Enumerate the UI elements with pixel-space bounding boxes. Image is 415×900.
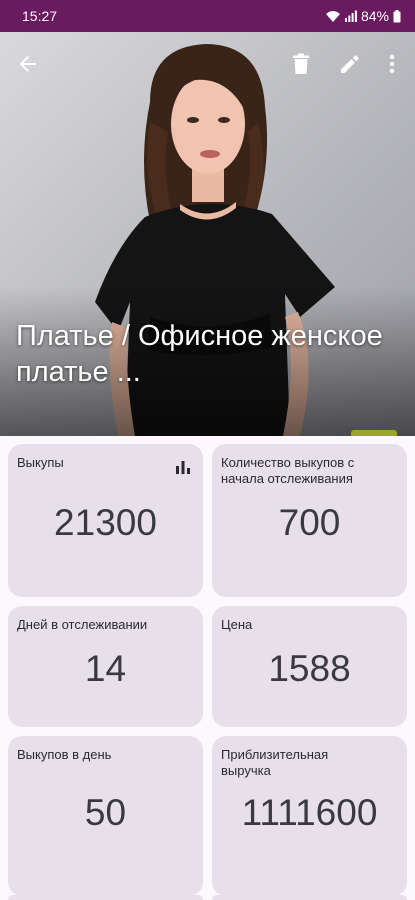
product-title: Платье / Офисное женское платье ...	[16, 320, 383, 388]
stats-grid: Выкупы 21300 Количество выкупов с начала…	[8, 444, 407, 896]
stat-card-sales: Выкупы 21300	[8, 444, 203, 597]
back-button[interactable]	[10, 46, 46, 82]
stat-value: 14	[84, 648, 127, 689]
more-vert-icon	[389, 54, 395, 74]
stat-card-revenue: Приблизительная выручка 1111600	[212, 736, 407, 896]
edit-icon	[341, 55, 359, 73]
stat-value: 1588	[268, 648, 351, 689]
card-edge	[8, 895, 203, 900]
wifi-icon	[325, 10, 340, 22]
stat-label: Цена	[221, 617, 253, 632]
signal-icon	[344, 10, 357, 22]
stat-label: Приблизительная выручка	[221, 747, 329, 778]
stat-value: 1111600	[241, 792, 378, 833]
battery-percent: 84%	[360, 8, 389, 24]
stat-label: Дней в отслеживании	[17, 617, 148, 632]
stat-card-sales-per-day: Выкупов в день 50	[8, 736, 203, 896]
edit-button[interactable]	[332, 46, 368, 82]
battery-icon	[393, 9, 401, 22]
back-arrow-icon	[19, 56, 36, 72]
stat-value: 700	[278, 502, 341, 543]
stat-value: 50	[84, 792, 127, 833]
stat-label: Выкупов в день	[17, 747, 112, 762]
status-bar: 15:27 84%	[0, 0, 415, 32]
stat-value: 21300	[54, 502, 157, 543]
delete-icon	[293, 53, 309, 74]
more-options-button[interactable]	[374, 46, 410, 82]
stat-card-price: Цена 1588	[212, 606, 407, 727]
card-edge	[212, 895, 407, 900]
stat-card-days-tracked: Дней в отслеживании 14	[8, 606, 203, 727]
status-icons: 84%	[325, 8, 401, 24]
delete-button[interactable]	[283, 46, 319, 82]
stat-label: Количество выкупов с начала отслеживания	[221, 455, 355, 486]
bar-chart-icon	[176, 461, 190, 474]
chart-button[interactable]	[173, 454, 193, 474]
product-image: Платье / Офисное женское платье ...	[0, 32, 415, 436]
stat-label: Выкупы	[17, 455, 64, 470]
tag-indicator	[351, 430, 397, 436]
next-cards-edge	[8, 895, 407, 900]
status-time: 15:27	[22, 8, 58, 24]
stat-card-sales-since-tracking: Количество выкупов с начала отслеживания…	[212, 444, 407, 597]
